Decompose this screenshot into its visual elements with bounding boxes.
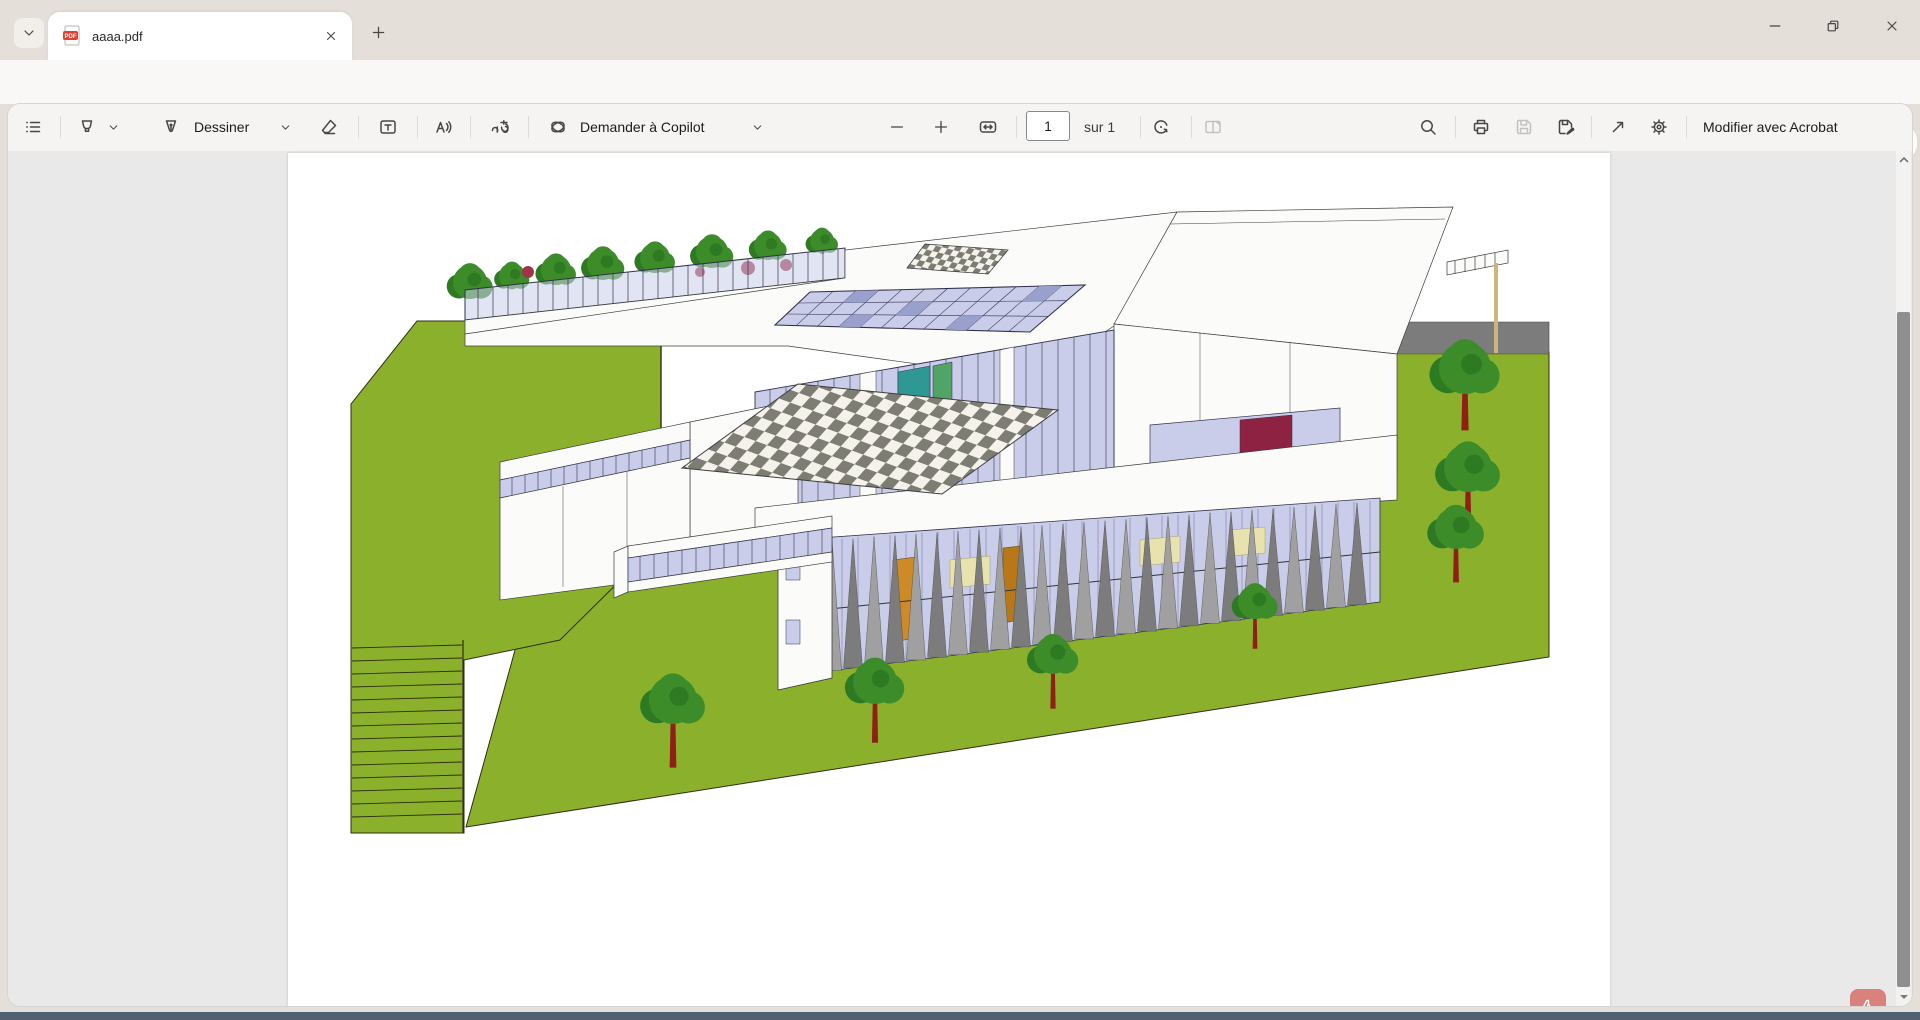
save-button-disabled bbox=[1507, 110, 1541, 144]
add-text-button[interactable] bbox=[371, 110, 405, 144]
highlighter-icon bbox=[77, 117, 97, 137]
zoom-out-button[interactable] bbox=[880, 110, 914, 144]
read-aloud-button[interactable] bbox=[426, 110, 460, 144]
restore-icon bbox=[1825, 18, 1841, 34]
acrobat-logo-icon bbox=[1857, 996, 1879, 1006]
window-close-button[interactable] bbox=[1869, 6, 1915, 46]
copilot-icon bbox=[548, 117, 568, 137]
tab-close-button[interactable] bbox=[320, 25, 342, 47]
scroll-up-arrow[interactable] bbox=[1896, 153, 1911, 167]
plus-icon bbox=[932, 118, 950, 136]
read-aloud-icon bbox=[433, 117, 453, 137]
pdf-page bbox=[288, 153, 1610, 1006]
page-count-label: sur 1 bbox=[1084, 104, 1115, 150]
pdf-viewer: Dessiner Demander à Copilot bbox=[8, 104, 1912, 1006]
printer-icon bbox=[1471, 117, 1491, 137]
chevron-down-icon bbox=[279, 121, 292, 134]
rotate-button[interactable] bbox=[1144, 110, 1178, 144]
browser-tab[interactable]: PDF aaaa.pdf bbox=[48, 12, 352, 60]
two-page-view-icon bbox=[1203, 117, 1223, 137]
fullscreen-arrow-icon bbox=[1608, 117, 1628, 137]
draw-pen-button[interactable] bbox=[154, 110, 188, 144]
scroll-down-arrow[interactable] bbox=[1896, 990, 1911, 1004]
plus-icon bbox=[370, 24, 387, 41]
fit-width-icon bbox=[978, 117, 998, 137]
search-document-button[interactable] bbox=[1411, 110, 1445, 144]
table-of-contents-button[interactable] bbox=[16, 110, 50, 144]
minimize-icon bbox=[1767, 18, 1783, 34]
svg-text:PDF: PDF bbox=[65, 34, 77, 40]
copilot-ask-label[interactable]: Demander à Copilot bbox=[580, 104, 705, 150]
toc-list-icon bbox=[23, 117, 43, 137]
minus-icon bbox=[888, 118, 906, 136]
pdf-favicon-icon: PDF bbox=[62, 25, 82, 47]
save-icon bbox=[1514, 117, 1534, 137]
page-view-button-disabled bbox=[1196, 110, 1230, 144]
atrium-skylight bbox=[775, 285, 1085, 332]
draw-dropdown[interactable] bbox=[272, 110, 298, 144]
vertical-scrollbar[interactable] bbox=[1896, 151, 1911, 1006]
tab-strip: PDF aaaa.pdf bbox=[0, 0, 1920, 60]
eraser-button[interactable] bbox=[312, 110, 346, 144]
copilot-dropdown[interactable] bbox=[744, 110, 770, 144]
draw-label[interactable]: Dessiner bbox=[194, 104, 249, 150]
gear-icon bbox=[1649, 117, 1669, 137]
copilot-ask-button[interactable] bbox=[541, 110, 575, 144]
zoom-in-button[interactable] bbox=[924, 110, 958, 144]
search-icon bbox=[1418, 117, 1438, 137]
save-as-button[interactable] bbox=[1549, 110, 1583, 144]
save-as-icon bbox=[1556, 117, 1576, 137]
translate-icon bbox=[489, 117, 509, 137]
address-bar-row: Fichier C:/Users/amira/OneDrive/Document… bbox=[0, 60, 1920, 104]
new-tab-button[interactable] bbox=[364, 18, 392, 46]
eraser-icon bbox=[319, 117, 339, 137]
highlighter-dropdown[interactable] bbox=[100, 110, 126, 144]
print-button[interactable] bbox=[1464, 110, 1498, 144]
architectural-drawing bbox=[288, 153, 1610, 1006]
chevron-down-icon bbox=[21, 25, 37, 41]
highlighter-button[interactable] bbox=[70, 110, 104, 144]
fit-to-width-button[interactable] bbox=[971, 110, 1005, 144]
pdf-settings-button[interactable] bbox=[1642, 110, 1676, 144]
close-icon bbox=[324, 29, 338, 43]
translate-button[interactable] bbox=[482, 110, 516, 144]
rotate-icon bbox=[1151, 117, 1171, 137]
desktop-edge-strip bbox=[0, 1012, 1920, 1020]
tab-title: aaaa.pdf bbox=[92, 29, 320, 44]
chevron-down-icon bbox=[751, 121, 764, 134]
acrobat-floating-button[interactable] bbox=[1850, 989, 1886, 1006]
pen-nib-icon bbox=[161, 117, 181, 137]
fullscreen-button[interactable] bbox=[1601, 110, 1635, 144]
text-box-icon bbox=[378, 117, 398, 137]
close-icon bbox=[1884, 18, 1900, 34]
window-restore-button[interactable] bbox=[1810, 6, 1856, 46]
chevron-down-icon bbox=[107, 121, 120, 134]
tab-search-button[interactable] bbox=[14, 18, 44, 48]
page-number-input[interactable] bbox=[1026, 111, 1070, 141]
scrollbar-thumb[interactable] bbox=[1897, 312, 1910, 987]
pdf-toolbar: Dessiner Demander à Copilot bbox=[8, 104, 1912, 152]
edit-with-acrobat-button[interactable]: Modifier avec Acrobat bbox=[1703, 104, 1838, 150]
window-minimize-button[interactable] bbox=[1752, 6, 1798, 46]
pdf-canvas-area[interactable] bbox=[8, 151, 1912, 1006]
